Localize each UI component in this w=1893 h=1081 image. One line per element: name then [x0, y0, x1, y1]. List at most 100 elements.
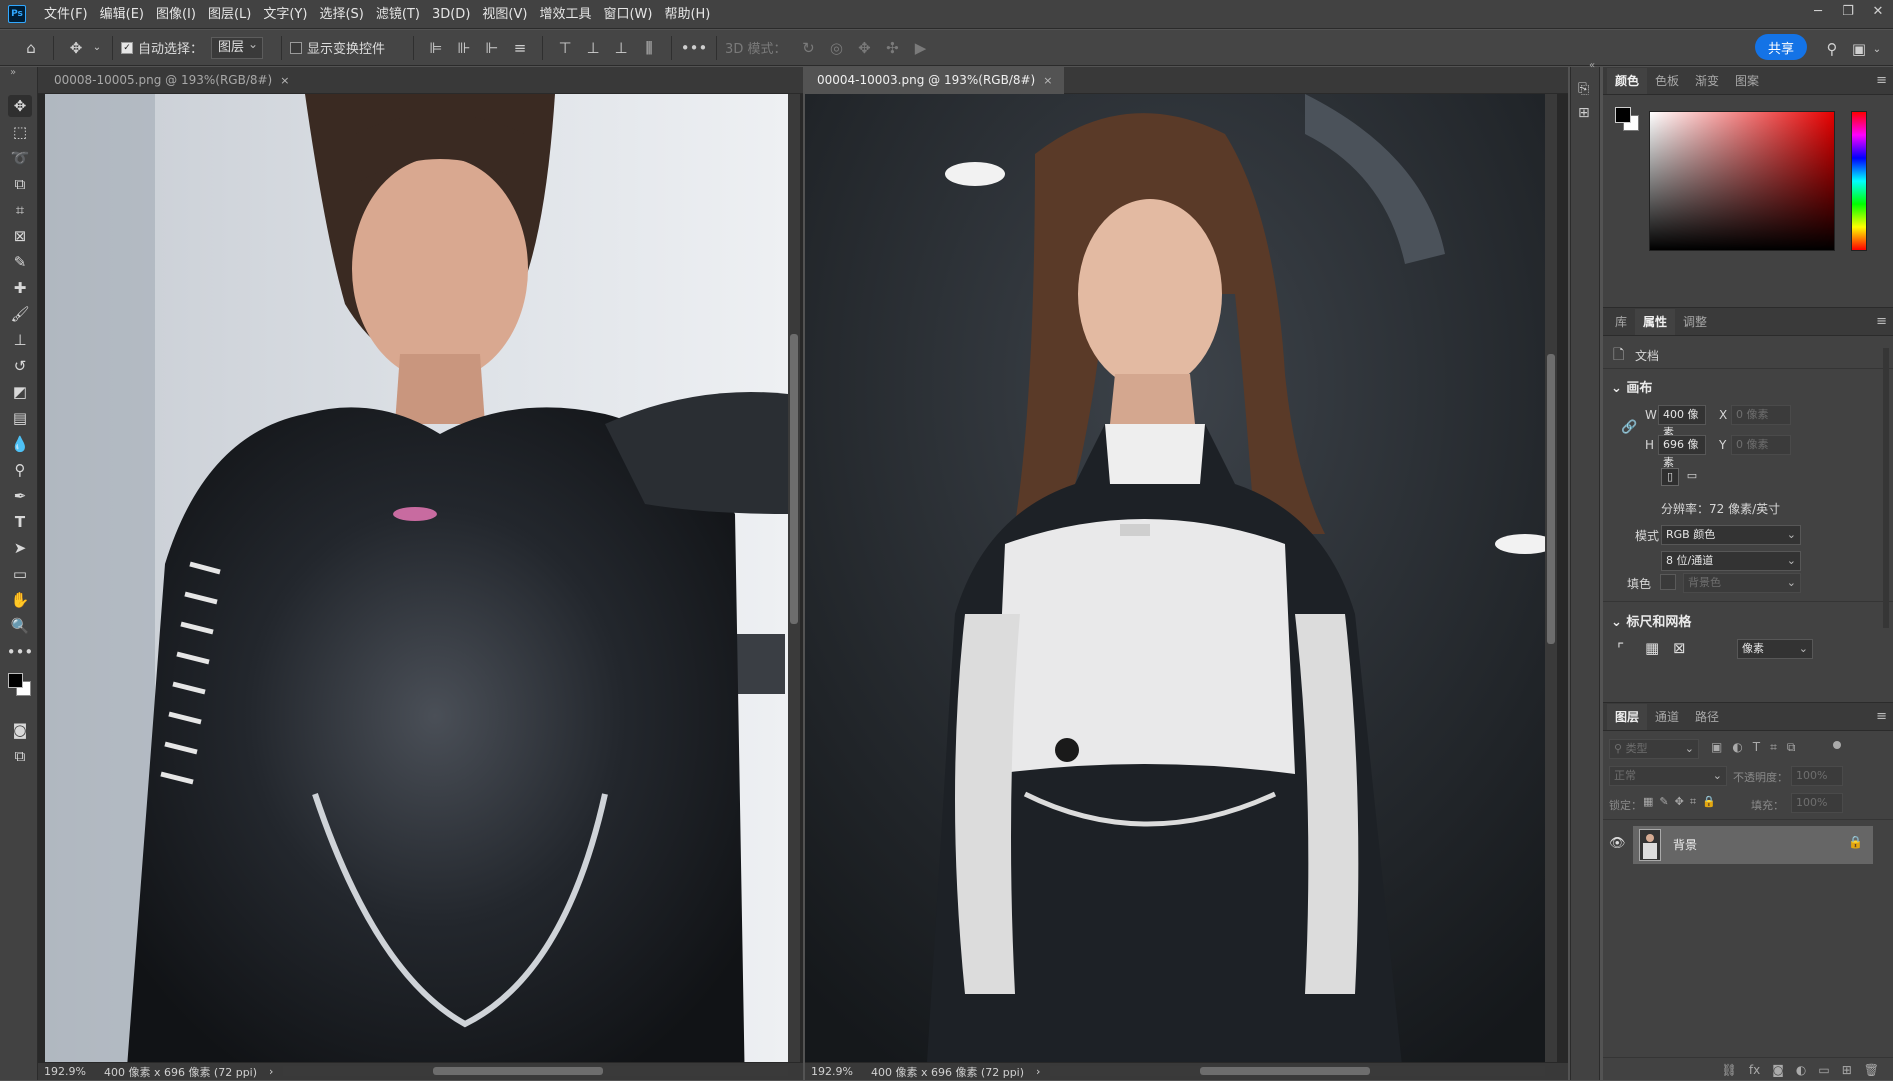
- menu-edit[interactable]: 编辑(E): [94, 0, 150, 29]
- tab-layers[interactable]: 图层: [1607, 704, 1648, 730]
- minimize-icon[interactable]: ─: [1803, 0, 1833, 22]
- ruler-icon[interactable]: ⌜: [1617, 640, 1624, 658]
- type-tool-icon[interactable]: T: [8, 511, 32, 533]
- brush-tool-icon[interactable]: 🖌: [8, 303, 32, 325]
- dodge-tool-icon[interactable]: ⚲: [8, 459, 32, 481]
- menu-filter[interactable]: 滤镜(T): [370, 0, 426, 29]
- eyedropper-tool-icon[interactable]: ✎: [8, 251, 32, 273]
- menu-window[interactable]: 窗口(W): [597, 0, 658, 29]
- width-field[interactable]: 400 像素: [1658, 405, 1706, 439]
- menu-view[interactable]: 视图(V): [476, 0, 533, 29]
- edit-toolbar-icon[interactable]: •••: [7, 641, 34, 663]
- close-tab-icon[interactable]: ×: [1043, 74, 1052, 87]
- align-right-icon[interactable]: ⊩: [478, 34, 506, 62]
- 3d-orbit-icon[interactable]: ↻: [794, 34, 822, 62]
- fx-icon[interactable]: fx: [1749, 1063, 1760, 1077]
- expand-toolbar-icon[interactable]: »: [10, 67, 16, 78]
- 3d-roll-icon[interactable]: ◎: [822, 34, 850, 62]
- menu-plugins[interactable]: 增效工具: [533, 0, 597, 29]
- add-mask-icon[interactable]: ◙: [1772, 1063, 1784, 1077]
- scrollbar-thumb[interactable]: [1200, 1067, 1370, 1075]
- filter-toggle-icon[interactable]: [1833, 741, 1841, 749]
- grid-icon[interactable]: ▦: [1645, 639, 1659, 657]
- move-tool-icon[interactable]: ✥: [8, 95, 32, 117]
- rectangle-tool-icon[interactable]: ▭: [8, 563, 32, 585]
- zoom-level[interactable]: 192.9%: [811, 1065, 853, 1078]
- auto-select-dropdown[interactable]: 图层: [211, 34, 264, 59]
- menu-select[interactable]: 选择(S): [313, 0, 369, 29]
- fill-field[interactable]: 100%: [1791, 793, 1843, 813]
- tab-channels[interactable]: 通道: [1647, 704, 1687, 730]
- 3d-scale-icon[interactable]: ▶: [906, 34, 934, 62]
- collapse-icon[interactable]: «: [1589, 60, 1595, 71]
- layer-filter-dropdown[interactable]: ⚲ 类型 ⌄: [1609, 739, 1699, 759]
- scrollbar-thumb[interactable]: [433, 1067, 603, 1075]
- opacity-field[interactable]: 100%: [1791, 766, 1843, 786]
- portrait-orientation-icon[interactable]: ▯: [1661, 468, 1679, 486]
- new-group-icon[interactable]: ▭: [1818, 1063, 1829, 1077]
- home-icon[interactable]: ⌂: [17, 34, 45, 62]
- menu-image[interactable]: 图像(I): [150, 0, 202, 29]
- blend-mode-dropdown[interactable]: 正常 ⌄: [1609, 766, 1727, 786]
- delete-layer-icon[interactable]: 🗑: [1864, 1063, 1879, 1077]
- tab-swatches[interactable]: 色板: [1647, 68, 1687, 94]
- zoom-tool-icon[interactable]: 🔍: [8, 615, 32, 637]
- adjustment-layer-icon[interactable]: ◐: [1796, 1063, 1806, 1077]
- align-top-icon[interactable]: ⊤: [551, 34, 579, 62]
- pen-tool-icon[interactable]: ✒: [8, 485, 32, 507]
- panel-scrollbar[interactable]: [1883, 348, 1889, 628]
- tab-color[interactable]: 颜色: [1607, 68, 1648, 94]
- canvas-section-toggle[interactable]: ⌄ 画布: [1611, 377, 1652, 396]
- chevron-down-icon[interactable]: ⌄: [1868, 35, 1886, 63]
- scrollbar-thumb[interactable]: [790, 334, 798, 624]
- horizontal-scrollbar[interactable]: [1050, 1066, 1545, 1076]
- document-tab-1[interactable]: 00008-10005.png @ 193%(RGB/8#) ×: [42, 67, 301, 94]
- vertical-scrollbar[interactable]: [1545, 94, 1557, 1062]
- height-field[interactable]: 696 像素: [1658, 435, 1706, 469]
- menu-file[interactable]: 文件(F): [38, 0, 94, 29]
- path-select-tool-icon[interactable]: ➤: [8, 537, 32, 559]
- actions-panel-icon[interactable]: ⊞: [1578, 105, 1590, 121]
- tab-gradients[interactable]: 渐变: [1687, 68, 1727, 94]
- align-hcenter-icon[interactable]: ⊪: [450, 34, 478, 62]
- menu-3d[interactable]: 3D(D): [426, 0, 476, 29]
- tab-paths[interactable]: 路径: [1687, 704, 1727, 730]
- bit-depth-dropdown[interactable]: 8 位/通道 ⌄: [1661, 551, 1801, 571]
- panel-menu-icon[interactable]: ≡: [1876, 709, 1887, 724]
- lasso-tool-icon[interactable]: ➰: [8, 147, 32, 169]
- fill-dropdown[interactable]: 背景色 ⌄: [1683, 573, 1801, 593]
- new-layer-icon[interactable]: ⊞: [1842, 1063, 1852, 1077]
- align-vcenter-icon[interactable]: ⊥: [579, 34, 607, 62]
- quick-mask-icon[interactable]: ◙: [8, 719, 32, 741]
- mode-dropdown[interactable]: RGB 颜色 ⌄: [1661, 525, 1801, 545]
- 3d-pan-icon[interactable]: ✥: [850, 34, 878, 62]
- chevron-down-icon[interactable]: ⌄: [90, 34, 104, 62]
- layer-row[interactable]: 👁 背景 🔒: [1609, 826, 1873, 864]
- blur-tool-icon[interactable]: 💧: [8, 433, 32, 455]
- auto-select-checkbox[interactable]: ✓: [121, 41, 133, 54]
- history-panel-icon[interactable]: ⎘: [1578, 81, 1589, 97]
- tab-adjustments[interactable]: 调整: [1675, 309, 1715, 335]
- menu-type[interactable]: 文字(Y): [257, 0, 313, 29]
- crop-tool-icon[interactable]: ⌗: [8, 199, 32, 221]
- zoom-level[interactable]: 192.9%: [44, 1065, 86, 1078]
- vertical-scrollbar[interactable]: [788, 94, 800, 1062]
- distribute-icon[interactable]: ≡: [506, 34, 534, 62]
- healing-brush-tool-icon[interactable]: ✚: [8, 277, 32, 299]
- scrollbar-thumb[interactable]: [1547, 354, 1555, 644]
- chevron-right-icon[interactable]: ›: [1036, 1065, 1040, 1078]
- history-brush-tool-icon[interactable]: ↺: [8, 355, 32, 377]
- move-tool-icon[interactable]: ✥: [62, 34, 90, 62]
- guides-icon[interactable]: ⊠: [1673, 639, 1686, 657]
- canvas-image-1[interactable]: [45, 94, 788, 1062]
- panel-menu-icon[interactable]: ≡: [1876, 314, 1887, 329]
- gradient-tool-icon[interactable]: ▤: [8, 407, 32, 429]
- marquee-tool-icon[interactable]: ⬚: [8, 121, 32, 143]
- close-icon[interactable]: ✕: [1863, 0, 1893, 22]
- screen-mode-icon[interactable]: ⧉: [8, 745, 32, 767]
- fill-swatch[interactable]: [1660, 574, 1676, 590]
- chevron-right-icon[interactable]: ›: [269, 1065, 273, 1078]
- object-select-tool-icon[interactable]: ⧉: [8, 173, 32, 195]
- clone-stamp-tool-icon[interactable]: ⊥: [8, 329, 32, 351]
- color-swatches[interactable]: [6, 667, 34, 707]
